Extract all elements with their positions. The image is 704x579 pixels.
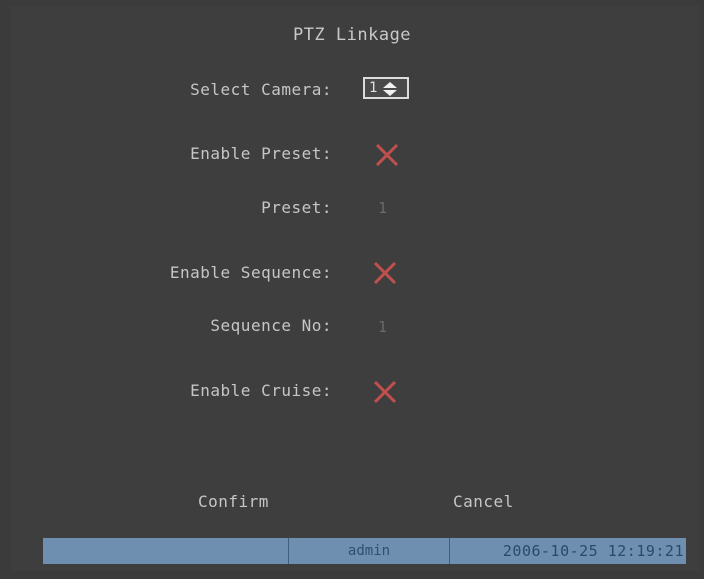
select-camera-value: 1	[369, 80, 378, 96]
x-mark-icon	[373, 380, 397, 404]
enable-cruise-checkbox[interactable]	[372, 379, 398, 405]
enable-cruise-label: Enable Cruise:	[190, 381, 332, 400]
dialog-title: PTZ Linkage	[292, 25, 412, 45]
select-camera-spinner[interactable]: 1	[363, 77, 409, 99]
status-user: admin	[289, 538, 450, 564]
status-datetime: 2006-10-25 12:19:21	[502, 542, 684, 560]
select-camera-label: Select Camera:	[190, 80, 332, 99]
enable-preset-label: Enable Preset:	[190, 144, 332, 163]
cancel-button[interactable]: Cancel	[453, 492, 514, 511]
up-down-arrows-icon[interactable]	[380, 81, 400, 96]
confirm-button[interactable]: Confirm	[198, 492, 269, 511]
enable-sequence-label: Enable Sequence:	[169, 263, 332, 282]
status-bar-segment	[43, 538, 289, 564]
x-mark-icon	[375, 143, 399, 167]
enable-preset-checkbox[interactable]	[374, 142, 400, 168]
sequence-no-value[interactable]: 1	[378, 318, 387, 336]
preset-value[interactable]: 1	[378, 199, 387, 217]
enable-sequence-checkbox[interactable]	[372, 260, 398, 286]
sequence-no-label: Sequence No:	[210, 316, 332, 335]
x-mark-icon	[373, 261, 397, 285]
status-bar: admin 2006-10-25 12:19:21	[43, 538, 686, 564]
preset-label: Preset:	[261, 198, 332, 217]
